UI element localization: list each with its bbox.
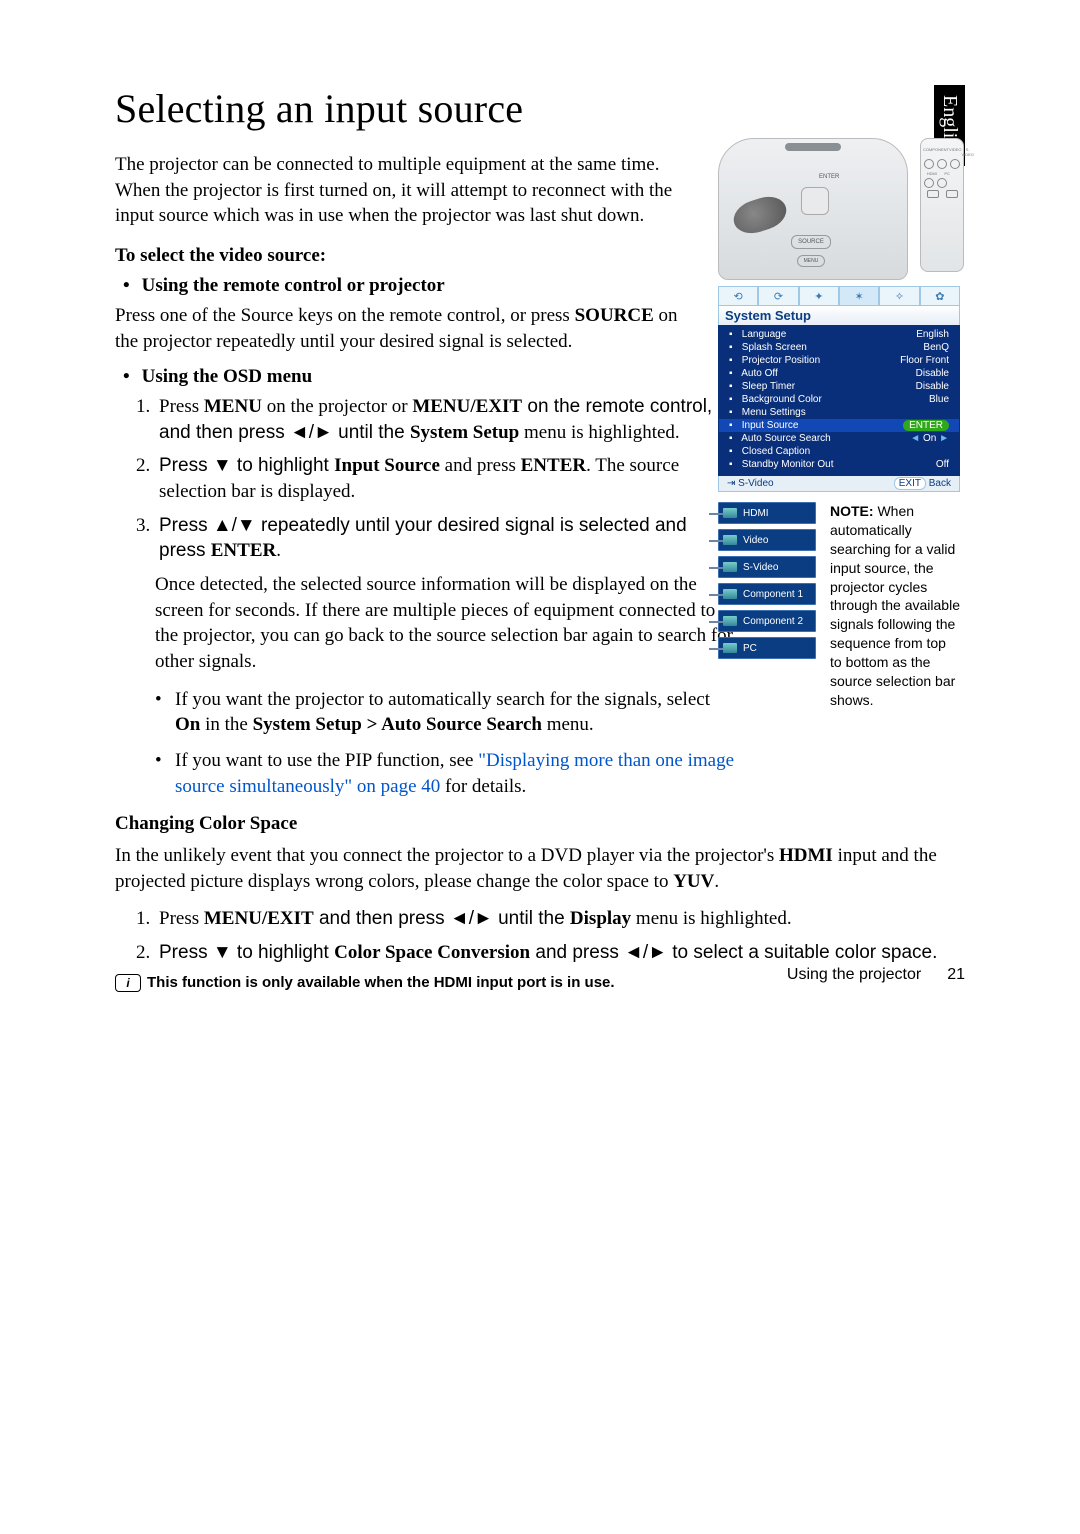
osd-menu-figure: ⟲ ⟳ ✦ ✶ ✧ ✿ System Setup ▪ LanguageEngli… bbox=[718, 286, 960, 492]
projector-illustration: ENTER SOURCE MENU bbox=[718, 138, 908, 280]
osd-tab-icon: ⟳ bbox=[758, 286, 798, 306]
osd-row: ▪ Auto Source Search◄ On ► bbox=[719, 432, 959, 445]
source-bar-item: HDMI bbox=[718, 502, 816, 524]
osd-tab-icon: ✦ bbox=[799, 286, 839, 306]
source-selection-bar: HDMI Video S-Video Component 1 Component 2 PC bbox=[718, 502, 816, 710]
osd-exit-pill: EXIT bbox=[894, 477, 926, 490]
source-bar-item: PC bbox=[718, 637, 816, 659]
osd-tab-icon: ✿ bbox=[920, 286, 960, 306]
osd-after-note: Once detected, the selected source infor… bbox=[155, 572, 735, 675]
color-space-heading: Changing Color Space bbox=[115, 813, 965, 835]
source-bar-item: Component 1 bbox=[718, 583, 816, 605]
figure-column: ENTER SOURCE MENU COMPONENTVIDEOS-VIDEO … bbox=[718, 138, 964, 710]
projector-dpad bbox=[801, 187, 829, 215]
color-space-steps: Press MENU/EXIT and then press ◄/► until… bbox=[155, 906, 965, 965]
osd-tab-icon: ⟲ bbox=[718, 286, 758, 306]
osd-row: ▪ Sleep TimerDisable bbox=[719, 380, 959, 393]
note-pip: If you want to use the PIP function, see… bbox=[155, 748, 735, 799]
osd-foot-left: S-Video bbox=[738, 478, 773, 489]
source-bar-item: Video bbox=[718, 529, 816, 551]
cs-step-1: Press MENU/EXIT and then press ◄/► until… bbox=[155, 906, 965, 932]
osd-tab-icon: ✶ bbox=[839, 286, 879, 306]
note-auto-search: If you want the projector to automatical… bbox=[155, 687, 735, 738]
osd-step-2: Press ▼ to highlight Input Source and pr… bbox=[155, 453, 735, 504]
remote-illustration: COMPONENTVIDEOS-VIDEO HDMIPC bbox=[920, 138, 964, 272]
method1-body: Press one of the Source keys on the remo… bbox=[115, 303, 705, 354]
color-space-paragraph: In the unlikely event that you connect t… bbox=[115, 843, 945, 894]
osd-foot-right: Back bbox=[929, 478, 951, 489]
page-title: Selecting an input source bbox=[115, 85, 965, 132]
extra-notes: If you want the projector to automatical… bbox=[155, 687, 735, 800]
osd-step-1: Press MENU on the projector or MENU/EXIT… bbox=[155, 394, 735, 445]
osd-step-3: Press ▲/▼ repeatedly until your desired … bbox=[155, 513, 735, 564]
osd-steps: Press MENU on the projector or MENU/EXIT… bbox=[155, 394, 735, 564]
osd-row: ▪ Projector PositionFloor Front bbox=[719, 354, 959, 367]
intro-paragraph: The projector can be connected to multip… bbox=[115, 152, 705, 229]
page-footer: Using the projector21 bbox=[787, 966, 965, 984]
projector-source-button: SOURCE bbox=[791, 235, 831, 249]
osd-row: ▪ Background ColorBlue bbox=[719, 393, 959, 406]
cs-step-2: Press ▼ to highlight Color Space Convers… bbox=[155, 940, 965, 966]
osd-title: System Setup bbox=[718, 306, 960, 325]
osd-row: ▪ Menu Settings bbox=[719, 406, 959, 419]
projector-menu-button: MENU bbox=[797, 255, 825, 267]
osd-row: ▪ Splash ScreenBenQ bbox=[719, 341, 959, 354]
osd-row: ▪ Standby Monitor OutOff bbox=[719, 458, 959, 471]
side-note: NOTE: When automatically searching for a… bbox=[830, 502, 960, 710]
osd-row: ▪ Auto OffDisable bbox=[719, 367, 959, 380]
osd-row: ▪ Closed Caption bbox=[719, 445, 959, 458]
source-bar-item: Component 2 bbox=[718, 610, 816, 632]
osd-tab-icon: ✧ bbox=[879, 286, 919, 306]
osd-row: ▪ LanguageEnglish bbox=[719, 328, 959, 341]
osd-row: ▪ Input SourceENTER bbox=[719, 419, 959, 432]
note-icon: i bbox=[115, 974, 141, 992]
source-bar-item: S-Video bbox=[718, 556, 816, 578]
projector-enter-label: ENTER bbox=[819, 174, 839, 180]
